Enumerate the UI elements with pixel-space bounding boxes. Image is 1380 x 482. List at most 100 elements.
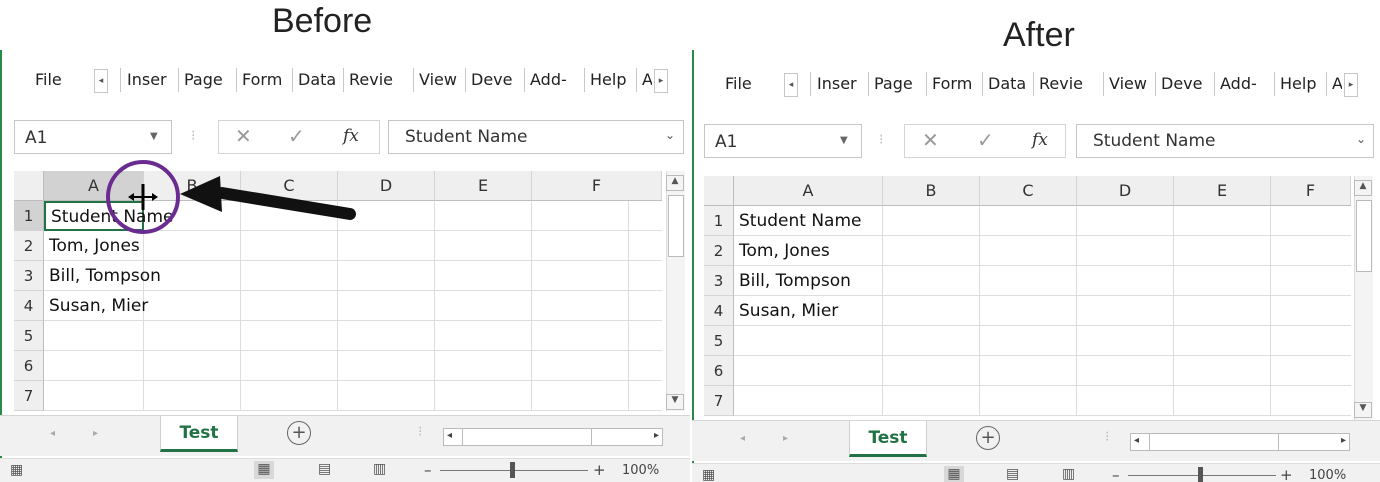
- tab-divider: [868, 72, 869, 96]
- row-header-6[interactable]: 6: [704, 356, 734, 386]
- sheet-tab-test[interactable]: Test: [849, 421, 927, 457]
- page-layout-view-icon[interactable]: ▤: [1006, 466, 1019, 482]
- normal-view-icon[interactable]: ▦: [944, 466, 964, 482]
- after-panel: File ◂ Inser Page Form Data Revie View D…: [692, 50, 1380, 482]
- sheet-tab-label: Test: [868, 428, 908, 448]
- sheet-scroll-right-icon[interactable]: ▸: [93, 428, 98, 439]
- grip-dots-icon: ⁝: [1105, 429, 1110, 445]
- zoom-out-icon[interactable]: –: [424, 461, 432, 479]
- column-header-b[interactable]: B: [883, 176, 980, 206]
- row-header-5[interactable]: 5: [704, 326, 734, 356]
- zoom-level[interactable]: 100%: [1309, 468, 1346, 482]
- tab-divider: [926, 72, 927, 96]
- tab-divider: [1033, 72, 1034, 96]
- chevron-down-icon[interactable]: ▼: [840, 135, 848, 146]
- window-edge: [692, 50, 694, 482]
- tab-data[interactable]: Data: [988, 72, 1026, 96]
- new-sheet-plus-icon[interactable]: +: [287, 421, 311, 445]
- zoom-in-icon[interactable]: +: [1280, 466, 1293, 482]
- cell-a1[interactable]: Student Name: [734, 206, 883, 236]
- tab-addins[interactable]: Add-: [1220, 72, 1257, 96]
- hscroll-thumb[interactable]: [462, 429, 592, 445]
- cell-a4[interactable]: Susan, Mier: [734, 296, 883, 326]
- name-box-value: A1: [715, 132, 738, 152]
- scroll-down-button[interactable]: ▼: [1354, 402, 1372, 418]
- formula-value: Student Name: [1093, 131, 1216, 151]
- select-all-corner[interactable]: [704, 176, 734, 206]
- tab-divider: [1274, 72, 1275, 96]
- cancel-x-icon[interactable]: ✕: [922, 128, 939, 152]
- column-header-d[interactable]: D: [1077, 176, 1174, 206]
- sheet-scroll-left-icon[interactable]: ◂: [740, 433, 745, 444]
- tab-help[interactable]: Help: [1280, 72, 1316, 96]
- column-header-c[interactable]: C: [980, 176, 1077, 206]
- hscroll-left-icon[interactable]: ◂: [1134, 435, 1139, 446]
- sheet-scroll-left-icon[interactable]: ◂: [50, 428, 55, 439]
- page-layout-view-icon[interactable]: ▤: [318, 461, 331, 477]
- zoom-slider-handle[interactable]: [510, 462, 515, 478]
- formula-input[interactable]: Student Name: [1076, 124, 1374, 158]
- before-caption: Before: [272, 2, 373, 40]
- zoom-slider-handle[interactable]: [1198, 467, 1203, 482]
- sheet-tab-label: Test: [179, 423, 219, 443]
- enter-check-icon[interactable]: ✓: [977, 128, 994, 152]
- hscroll-thumb[interactable]: [1149, 434, 1279, 450]
- macro-record-icon[interactable]: ▦: [702, 467, 715, 482]
- zoom-out-icon[interactable]: –: [1112, 466, 1120, 482]
- scroll-up-button[interactable]: ▲: [1354, 180, 1372, 196]
- sheet-tab-bar: ◂ ▸ Test + ⁝ ◂ ▸: [0, 415, 690, 456]
- tab-divider: [982, 72, 983, 96]
- tab-divider: [1326, 72, 1327, 96]
- column-header-a[interactable]: A: [734, 176, 883, 206]
- macro-record-icon[interactable]: ▦: [10, 462, 23, 478]
- row-header-1[interactable]: 1: [704, 206, 734, 236]
- insert-function-icon[interactable]: fx: [1032, 130, 1048, 150]
- grip-dots-icon: ⁝: [879, 132, 884, 148]
- tab-divider: [1103, 72, 1104, 96]
- ribbon-tab-bar: File ◂ Inser Page Form Data Revie View D…: [692, 66, 1380, 100]
- horizontal-scrollbar[interactable]: ◂ ▸: [1130, 433, 1350, 451]
- zoom-level[interactable]: 100%: [622, 463, 659, 478]
- tab-view[interactable]: View: [1109, 72, 1147, 96]
- annotation-arrowhead-icon: [180, 176, 222, 212]
- row-header-2[interactable]: 2: [704, 236, 734, 266]
- new-sheet-plus-icon[interactable]: +: [976, 426, 1000, 450]
- page-break-view-icon[interactable]: ▥: [1062, 466, 1075, 482]
- row-header-7[interactable]: 7: [704, 386, 734, 416]
- tab-more[interactable]: A: [1332, 72, 1342, 96]
- column-header-e[interactable]: E: [1174, 176, 1271, 206]
- tab-file[interactable]: File: [725, 72, 752, 96]
- horizontal-scrollbar[interactable]: ◂ ▸: [443, 428, 663, 446]
- name-box[interactable]: A1: [704, 124, 862, 158]
- hscroll-right-icon[interactable]: ▸: [654, 430, 659, 441]
- tab-divider: [1155, 72, 1156, 96]
- tab-divider: [1214, 72, 1215, 96]
- tab-developer[interactable]: Deve: [1161, 72, 1202, 96]
- row-header-4[interactable]: 4: [704, 296, 734, 326]
- expand-formula-bar-icon[interactable]: ⌄: [1356, 132, 1366, 146]
- column-resize-cursor-icon: [128, 184, 158, 210]
- status-bar: ▦ ▦ ▤ ▥ – + 100%: [692, 463, 1380, 482]
- grip-dots-icon: ⁝: [418, 424, 423, 440]
- hscroll-left-icon[interactable]: ◂: [447, 430, 452, 441]
- ribbon-scroll-left-button[interactable]: ◂: [784, 73, 798, 97]
- ribbon-scroll-right-button[interactable]: ▸: [1344, 73, 1358, 97]
- tab-insert[interactable]: Inser: [817, 72, 857, 96]
- tab-formulas[interactable]: Form: [932, 72, 972, 96]
- page-break-view-icon[interactable]: ▥: [373, 461, 386, 477]
- normal-view-icon[interactable]: ▦: [254, 461, 274, 479]
- cell-a2[interactable]: Tom, Jones: [734, 236, 883, 266]
- hscroll-right-icon[interactable]: ▸: [1341, 435, 1346, 446]
- column-header-f[interactable]: F: [1271, 176, 1351, 206]
- sheet-tab-test[interactable]: Test: [160, 416, 238, 452]
- scroll-thumb[interactable]: [1356, 200, 1372, 272]
- sheet-scroll-right-icon[interactable]: ▸: [783, 433, 788, 444]
- cell-a3[interactable]: Bill, Tompson: [734, 266, 883, 296]
- status-bar: ▦ ▦ ▤ ▥ – + 100%: [0, 458, 690, 482]
- tab-review[interactable]: Revie: [1039, 72, 1084, 96]
- cell-a2-value: Tom, Jones: [739, 241, 830, 261]
- tab-page[interactable]: Page: [874, 72, 913, 96]
- cell-a3-value: Bill, Tompson: [739, 271, 851, 291]
- row-header-3[interactable]: 3: [704, 266, 734, 296]
- zoom-in-icon[interactable]: +: [593, 461, 606, 479]
